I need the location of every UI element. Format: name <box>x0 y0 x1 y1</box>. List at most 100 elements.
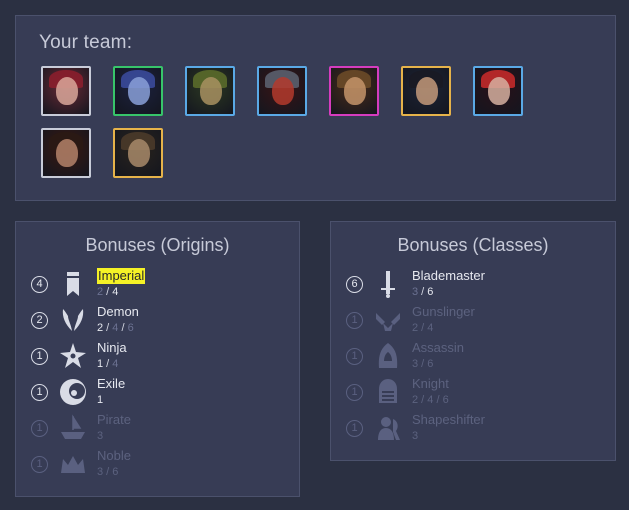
champion-image <box>403 68 449 114</box>
bonus-name[interactable]: Shapeshifter <box>412 412 485 428</box>
tier-value: 6 <box>427 286 434 298</box>
tier-separator: / <box>118 322 128 334</box>
champion-face <box>56 139 78 167</box>
champion-face <box>200 77 222 105</box>
bonus-name[interactable]: Blademaster <box>412 268 485 284</box>
bonus-row-blademaster: 6 Blademaster 3 / 6 <box>331 267 615 303</box>
bonus-tiers: 3 / 6 <box>412 357 433 371</box>
tier-separator: / <box>418 358 428 370</box>
champion-face <box>56 77 78 105</box>
bonus-row-imperial: 4 Imperial 2 / 4 <box>16 267 299 303</box>
bonus-name[interactable]: Assassin <box>412 340 464 356</box>
bonus-row-ninja: 1 Ninja 1 / 4 <box>16 339 299 375</box>
bonus-row-gunslinger: 1 Gunslinger 2 / 4 <box>331 303 615 339</box>
pistols-icon <box>373 305 403 335</box>
champion-image <box>187 68 233 114</box>
bonus-row-demon: 2 Demon 2 / 4 / 6 <box>16 303 299 339</box>
shuriken-icon <box>58 341 88 371</box>
bonus-tiers: 3 <box>412 429 418 443</box>
bonus-tiers: 2 / 4 / 6 <box>412 393 449 407</box>
champion-image <box>115 130 161 176</box>
crown-icon <box>58 449 88 479</box>
bonus-row-pirate: 1 Pirate 3 <box>16 411 299 447</box>
bonus-count: 1 <box>31 348 48 365</box>
bonus-tiers: 1 / 4 <box>97 357 118 371</box>
bonus-count: 1 <box>31 384 48 401</box>
champion-face <box>488 77 510 105</box>
tier-value: 6 <box>427 358 434 370</box>
champion-portrait[interactable] <box>329 66 379 116</box>
tier-value: 6 <box>127 322 134 334</box>
tier-value: 3 <box>412 430 419 442</box>
champion-portrait[interactable] <box>113 66 163 116</box>
tier-separator: / <box>103 358 113 370</box>
classes-panel: Bonuses (Classes) 6 Blademaster 3 / 6 1 Guns… <box>330 221 616 461</box>
tier-value: 1 <box>97 394 104 406</box>
champion-portrait[interactable] <box>113 128 163 178</box>
classes-title: Bonuses (Classes) <box>397 235 549 255</box>
bonus-name[interactable]: Demon <box>97 304 139 320</box>
bonus-name[interactable]: Pirate <box>97 412 131 428</box>
tier-separator: / <box>418 322 428 334</box>
bonus-row-noble: 1 Noble 3 / 6 <box>16 447 299 483</box>
tier-separator: / <box>418 394 428 406</box>
bonus-tiers: 2 / 4 / 6 <box>97 321 134 335</box>
bonus-count: 4 <box>31 276 48 293</box>
tier-separator: / <box>103 466 113 478</box>
bonus-row-assassin: 1 Assassin 3 / 6 <box>331 339 615 375</box>
champion-image <box>475 68 521 114</box>
hood-icon <box>373 341 403 371</box>
team-panel: Your team: <box>15 15 616 201</box>
bonus-count: 1 <box>346 420 363 437</box>
bonus-row-exile: 1 Exile 1 <box>16 375 299 411</box>
bonus-tiers: 3 / 6 <box>97 465 118 479</box>
champion-portrait[interactable] <box>401 66 451 116</box>
bonus-name[interactable]: Knight <box>412 376 449 392</box>
champion-face <box>128 139 150 167</box>
bonus-tiers: 3 / 6 <box>412 285 433 299</box>
champion-image <box>115 68 161 114</box>
champion-portrait[interactable] <box>257 66 307 116</box>
champion-face <box>344 77 366 105</box>
bonus-count: 1 <box>346 312 363 329</box>
tier-separator: / <box>433 394 443 406</box>
bonus-name[interactable]: Ninja <box>97 340 127 356</box>
shapeshifter-icon <box>373 413 403 443</box>
champion-image <box>331 68 377 114</box>
champion-face <box>272 77 294 105</box>
champion-portrait[interactable] <box>41 66 91 116</box>
tier-value: 6 <box>112 466 119 478</box>
tier-separator: / <box>418 286 428 298</box>
banner-icon <box>58 269 88 299</box>
tier-separator: / <box>103 322 113 334</box>
bonus-name[interactable]: Imperial <box>97 268 146 284</box>
bonus-count: 1 <box>346 348 363 365</box>
bonus-count: 2 <box>31 312 48 329</box>
bonus-name[interactable]: Gunslinger <box>412 304 475 320</box>
tier-value: 4 <box>112 286 119 298</box>
bonus-row-knight: 1 Knight 2 / 4 / 6 <box>331 375 615 411</box>
bonus-count: 1 <box>346 384 363 401</box>
bonus-count: 1 <box>31 420 48 437</box>
bonus-name[interactable]: Exile <box>97 376 125 392</box>
horns-icon <box>58 305 88 335</box>
champion-portrait[interactable] <box>473 66 523 116</box>
bonus-tiers: 2 / 4 <box>97 285 118 299</box>
tier-value: 4 <box>427 322 434 334</box>
champion-image <box>43 68 89 114</box>
sword-icon <box>373 269 403 299</box>
champion-portrait[interactable] <box>41 128 91 178</box>
champion-image <box>43 130 89 176</box>
origins-title: Bonuses (Origins) <box>85 235 230 255</box>
bonus-name[interactable]: Noble <box>97 448 131 464</box>
ship-icon <box>58 413 88 443</box>
crescent-icon <box>58 377 88 407</box>
team-title: Your team: <box>39 32 133 53</box>
bonus-row-shapeshifter: 1 Shapeshifter 3 <box>331 411 615 447</box>
champion-face <box>416 77 438 105</box>
champion-face <box>128 77 150 105</box>
champion-portrait[interactable] <box>185 66 235 116</box>
tier-value: 4 <box>112 358 119 370</box>
bonus-tiers: 1 <box>97 393 103 407</box>
tier-value: 3 <box>97 430 104 442</box>
